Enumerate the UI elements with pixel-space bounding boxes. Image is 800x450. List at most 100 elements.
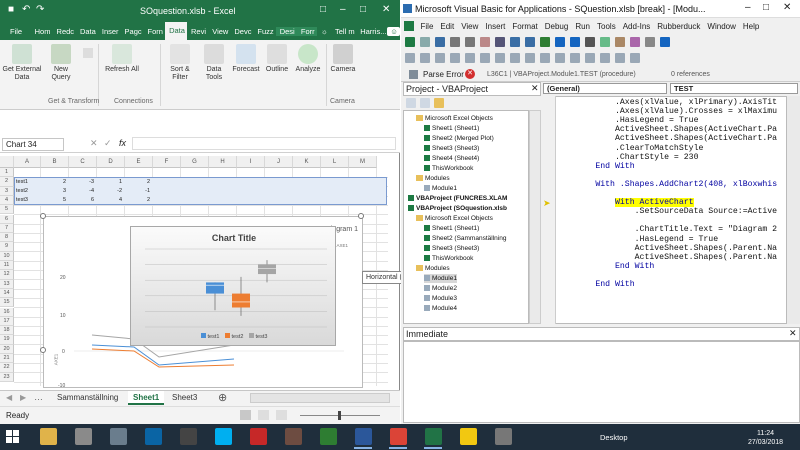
file-explorer-icon[interactable] <box>40 428 57 445</box>
menu-rubberduck[interactable]: Rubberduck <box>654 22 704 31</box>
rubberduck-icon[interactable] <box>615 53 625 63</box>
rubberduck-refresh-icon[interactable] <box>409 70 418 79</box>
tab-formulas[interactable]: Forn <box>144 27 166 36</box>
tools-icon[interactable] <box>75 428 92 445</box>
row-header[interactable]: 18 <box>0 326 14 336</box>
add-sheet-icon[interactable]: ⊕ <box>218 391 227 404</box>
comment-icon[interactable] <box>450 53 460 63</box>
redo-icon[interactable]: ↷ <box>36 4 44 15</box>
tree-item[interactable]: Modules <box>416 174 450 183</box>
tab-format[interactable]: Forr <box>296 26 317 36</box>
row-header[interactable]: 11 <box>0 261 14 271</box>
column-header[interactable]: K <box>293 156 321 168</box>
box-chart[interactable]: Chart Title test1 test2 test3 <box>130 226 336 346</box>
calculator-icon[interactable] <box>180 428 197 445</box>
find-icon[interactable] <box>495 37 505 47</box>
value-cell[interactable]: 6 <box>69 196 97 205</box>
close-icon[interactable]: ✕ <box>531 83 539 94</box>
forecast-button[interactable]: Forecast <box>230 42 262 74</box>
corner-select-all[interactable] <box>0 156 14 168</box>
page-layout-icon[interactable] <box>258 410 269 420</box>
value-cell[interactable]: -2 <box>97 187 125 196</box>
excel-icon[interactable] <box>425 428 442 445</box>
resize-handle[interactable] <box>358 213 364 219</box>
row-header[interactable]: 19 <box>0 335 14 345</box>
complete-word-icon[interactable] <box>540 53 550 63</box>
code-line[interactable]: .Axes(xlValue).Crosses = xlMaximu <box>556 107 777 116</box>
tree-item[interactable]: ThisWorkbook <box>424 164 473 173</box>
value-cell[interactable]: 1 <box>97 178 125 187</box>
tab-data-2[interactable]: Data <box>76 27 98 36</box>
quick-info-icon[interactable] <box>555 53 565 63</box>
tab-design[interactable]: Desi <box>275 26 297 36</box>
next-bookmark-icon[interactable] <box>495 53 505 63</box>
more-sheets-icon[interactable]: … <box>34 392 43 402</box>
code-line[interactable]: .HasLegend = True <box>556 116 699 125</box>
clear-bookmarks-icon[interactable] <box>525 53 535 63</box>
toolbox-icon[interactable] <box>645 37 655 47</box>
value-cell[interactable]: -1 <box>125 187 153 196</box>
chrome-like-icon[interactable] <box>110 428 127 445</box>
insert-function-icon[interactable]: fx <box>119 138 126 148</box>
code-line[interactable]: End With <box>556 280 634 289</box>
value-cell[interactable]: 2 <box>41 178 69 187</box>
parameter-info-icon[interactable] <box>570 53 580 63</box>
code-line[interactable]: .ChartStyle = 230 <box>556 153 699 162</box>
parse-error-status[interactable]: Parse Error <box>423 70 464 79</box>
copy-icon[interactable] <box>465 37 475 47</box>
minimize-icon[interactable]: – <box>340 4 346 15</box>
menu-insert[interactable]: Insert <box>482 22 509 31</box>
object-combo[interactable]: (General) <box>543 83 667 94</box>
tell-me-box[interactable]: Tell m <box>331 27 356 36</box>
menu-tools[interactable]: Tools <box>594 22 620 31</box>
references-count[interactable]: 0 references <box>671 71 710 78</box>
value-cell[interactable]: 3 <box>41 187 69 196</box>
row-label-cell[interactable]: test1 <box>14 178 41 187</box>
toggle-breakpoint-icon[interactable] <box>435 53 445 63</box>
tree-item[interactable]: Sheet3 (Sheet3) <box>424 244 479 253</box>
bookmark-icon[interactable] <box>480 53 490 63</box>
scroll-right-icon[interactable]: ▶ <box>20 393 26 402</box>
row-header[interactable]: 15 <box>0 298 14 308</box>
tab-developer[interactable]: Devc <box>230 27 253 36</box>
word-icon[interactable] <box>355 428 372 445</box>
close-icon[interactable]: ✕ <box>382 4 390 15</box>
code-margin[interactable] <box>541 96 556 324</box>
cut-icon[interactable] <box>450 37 460 47</box>
project-scrollbar[interactable] <box>529 110 541 324</box>
resize-handle[interactable] <box>40 213 46 219</box>
code-line[interactable]: ActiveSheet.Shapes(ActiveChart.Pa <box>556 125 777 134</box>
project-explorer-icon[interactable] <box>600 37 610 47</box>
tree-item[interactable]: Module2 <box>424 284 457 293</box>
row-header[interactable]: 6 <box>0 214 14 224</box>
sort-filter-button[interactable]: Sort & Filter <box>164 42 196 82</box>
row-header[interactable]: 12 <box>0 270 14 280</box>
tab-review[interactable]: Revi <box>187 27 208 36</box>
box-series-test2[interactable] <box>232 293 250 308</box>
menu-help[interactable]: Help <box>739 22 762 31</box>
undo-icon[interactable] <box>510 37 520 47</box>
save-icon[interactable] <box>435 37 445 47</box>
list-constants-icon[interactable] <box>585 53 595 63</box>
zoom-thumb[interactable] <box>338 411 341 420</box>
tree-item[interactable]: Microsoft Excel Objects <box>416 214 493 223</box>
column-header[interactable]: G <box>181 156 209 168</box>
row-header[interactable]: 20 <box>0 344 14 354</box>
code-line[interactable]: .ChartTitle.Text = "Diagram 2 <box>556 225 778 234</box>
tab-view[interactable]: View <box>208 27 230 36</box>
properties-icon[interactable] <box>615 37 625 47</box>
row-header[interactable]: 1 <box>0 168 14 178</box>
value-cell[interactable]: -3 <box>69 178 97 187</box>
code-line[interactable]: With .Shapes.AddChart2(408, xlBoxwhis <box>556 180 777 189</box>
break-icon[interactable] <box>555 37 565 47</box>
paste-icon[interactable] <box>480 37 490 47</box>
menu-debug[interactable]: Debug <box>541 22 572 31</box>
column-header[interactable]: I <box>237 156 265 168</box>
value-cell[interactable]: 2 <box>125 196 153 205</box>
value-cell[interactable]: -4 <box>69 187 97 196</box>
tools2-icon[interactable] <box>285 428 302 445</box>
row-header[interactable]: 9 <box>0 242 14 252</box>
new-query-button[interactable]: New Query <box>46 42 76 82</box>
tree-item[interactable]: Module1 <box>424 184 457 193</box>
row-header[interactable]: 5 <box>0 205 14 215</box>
